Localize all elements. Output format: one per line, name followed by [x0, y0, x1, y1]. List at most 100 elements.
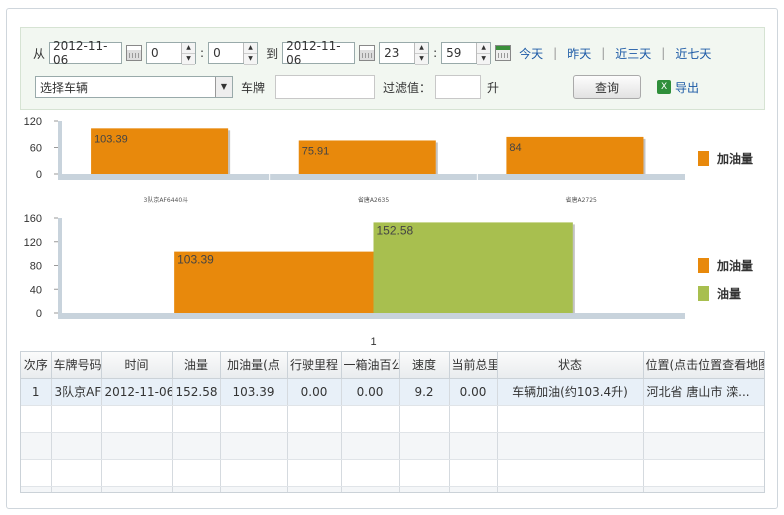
data-label: 152.58 [377, 223, 414, 237]
legend-item-fuel: 油量 [698, 285, 741, 302]
table-body: 1 3队京AF 2012-11-06 152.58 103.39 0.00 0.00 9.2 0… [21, 378, 764, 492]
table-row[interactable] [21, 432, 764, 460]
y-tick-label: 80 [30, 261, 42, 273]
table-cell [172, 405, 221, 433]
table-cell: 0.00 [341, 378, 400, 406]
y-tick-label: 120 [24, 237, 42, 249]
table-row[interactable] [21, 405, 764, 433]
end-date-input[interactable]: 2012-11-06 [282, 39, 356, 67]
end-hour-spinner[interactable]: 23 ▲ ▼ [379, 42, 430, 65]
start-hour-spinner[interactable]: 0 ▲ ▼ [146, 42, 197, 65]
last-three-days-link[interactable]: 近三天 [615, 45, 651, 62]
bar-shadow [435, 142, 438, 174]
table-cell [449, 486, 498, 492]
plate-label: 车牌 [241, 80, 266, 95]
data-label: 84 [509, 142, 521, 154]
legend-label: 加油量 [717, 152, 754, 166]
export-link[interactable]: 导出 [675, 79, 699, 96]
spin-down-icon[interactable]: ▼ [415, 54, 429, 65]
unit-label: 升 [487, 80, 500, 95]
y-axis-bar [58, 218, 62, 319]
table-cell: 152.58 [172, 378, 221, 406]
column-header[interactable]: 一箱油百公 [341, 352, 400, 379]
data-label: 103.39 [177, 253, 214, 267]
table-cell [399, 405, 450, 433]
column-header[interactable]: 车牌号码 [51, 352, 102, 379]
table-cell [21, 405, 52, 433]
table-cell [643, 405, 764, 433]
chevron-down-icon[interactable]: ▼ [215, 77, 232, 97]
calendar-today-icon[interactable] [495, 45, 512, 61]
table-cell [341, 486, 400, 492]
bar-shadow [643, 138, 646, 174]
column-header[interactable]: 当前总里 [449, 352, 498, 379]
table-cell: 0.00 [449, 378, 498, 406]
column-header[interactable]: 行驶里程 [287, 352, 342, 379]
table-cell: 0.00 [287, 378, 342, 406]
table-cell [287, 459, 342, 487]
vehicle-select-value: 选择车辆 [40, 80, 89, 95]
vehicle-select[interactable]: 选择车辆 ▼ [35, 76, 233, 98]
spin-up-icon[interactable]: ▲ [415, 43, 429, 54]
legend-item-refuel: 加油量 [698, 150, 753, 167]
spin-down-icon[interactable]: ▼ [182, 54, 196, 65]
from-label: 从 [33, 46, 46, 61]
x-tick-label: 1 [370, 336, 376, 348]
table-cell [220, 486, 288, 492]
table-cell: 3队京AF [51, 378, 102, 406]
spin-up-icon[interactable]: ▲ [477, 43, 491, 54]
table-row[interactable]: 1 3队京AF 2012-11-06 152.58 103.39 0.00 0.00 9.2 0… [21, 378, 764, 406]
calendar-icon[interactable] [359, 45, 376, 61]
query-button[interactable]: 查询 [573, 75, 642, 99]
filter-value-input[interactable] [435, 75, 482, 99]
time-range-row: 从 2012-11-06 0 ▲ ▼ : 0 ▲ ▼ 到 2012-11-06 23 ▲ ▼… [33, 39, 711, 67]
bar-shadow [228, 130, 231, 174]
table-cell [399, 486, 450, 492]
vehicle-row: 选择车辆 ▼ 车牌 过滤值： 升 查询 X 导出 [35, 75, 699, 99]
start-hour-value: 0 [151, 46, 159, 60]
table-cell: 9.2 [399, 378, 450, 406]
start-date-input[interactable]: 2012-11-06 [49, 39, 123, 67]
table-cell [172, 459, 221, 487]
yesterday-link[interactable]: 昨天 [567, 45, 591, 62]
colon-label: : [433, 46, 438, 60]
legend-swatch [698, 151, 709, 166]
column-header[interactable]: 油量 [172, 352, 221, 379]
spin-up-icon[interactable]: ▲ [244, 43, 258, 54]
colon-label: : [200, 46, 205, 60]
chart-fuel-comparison: 160 120 80 40 0 103.39 152.58 1 [24, 213, 685, 348]
column-header[interactable]: 状态 [497, 352, 644, 379]
divider: | [601, 46, 606, 60]
calendar-icon[interactable] [126, 45, 143, 61]
today-link[interactable]: 今天 [519, 45, 543, 62]
y-tick-label: 0 [36, 169, 42, 181]
spin-down-icon[interactable]: ▼ [477, 54, 491, 65]
table-cell [449, 459, 498, 487]
end-minute-spinner[interactable]: 59 ▲ ▼ [441, 42, 492, 65]
column-header[interactable]: 加油量(点 [220, 352, 288, 379]
table-cell [449, 432, 498, 460]
table-cell [497, 486, 644, 492]
table-cell: 2012-11-06 [101, 378, 173, 406]
table-cell [287, 486, 342, 492]
column-header[interactable]: 速度 [399, 352, 450, 379]
y-tick-label: 160 [24, 213, 42, 225]
table-cell [220, 432, 288, 460]
plate-input[interactable] [275, 75, 376, 99]
data-label: 75.91 [302, 145, 330, 157]
column-header[interactable]: 位置(点击位置查看地图) [643, 352, 764, 379]
table-cell: 103.39 [220, 378, 288, 406]
table-row[interactable] [21, 459, 764, 487]
table-row[interactable] [21, 486, 764, 492]
excel-icon[interactable]: X [657, 80, 672, 94]
data-label: 103.39 [94, 133, 128, 145]
column-header[interactable]: 次序 [21, 352, 52, 379]
column-header[interactable]: 时间 [101, 352, 173, 379]
last-seven-days-link[interactable]: 近七天 [675, 45, 711, 62]
x-tick-label: 3队京AF6440斗 [144, 196, 189, 204]
y-axis-bar [58, 121, 62, 180]
start-minute-spinner[interactable]: 0 ▲ ▼ [208, 42, 259, 65]
spin-up-icon[interactable]: ▲ [182, 43, 196, 54]
y-tick-label: 60 [30, 143, 42, 155]
spin-down-icon[interactable]: ▼ [244, 54, 258, 65]
